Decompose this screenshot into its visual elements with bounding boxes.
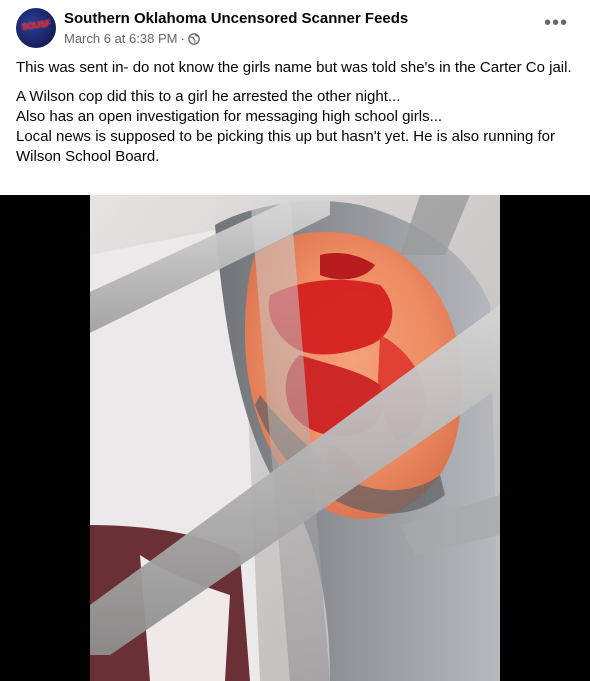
page-avatar[interactable]: SOUSF <box>16 8 56 48</box>
page-name-link[interactable]: Southern Oklahoma Uncensored Scanner Fee… <box>64 10 408 27</box>
more-options-icon: ••• <box>543 12 568 34</box>
facebook-post: SOUSF Southern Oklahoma Uncensored Scann… <box>0 0 590 681</box>
post-timestamp[interactable]: March 6 at 6:38 PM <box>64 31 177 46</box>
photo-content <box>0 195 590 681</box>
post-message: This was sent in- do not know the girls … <box>16 58 576 176</box>
photo-letterbox-left <box>0 195 90 681</box>
message-line: A Wilson cop did this to a girl he arres… <box>16 88 401 105</box>
post-photo[interactable] <box>0 195 590 681</box>
message-line: Also has an open investigation for messa… <box>16 108 443 125</box>
meta-separator: · <box>180 31 185 46</box>
message-paragraph-1: This was sent in- do not know the girls … <box>16 59 572 76</box>
globe-icon[interactable] <box>187 32 200 45</box>
more-options-button[interactable]: ••• <box>538 12 574 40</box>
post-header: SOUSF Southern Oklahoma Uncensored Scann… <box>0 0 590 54</box>
avatar-logo-text: SOUSF <box>21 18 51 32</box>
post-meta: March 6 at 6:38 PM · <box>64 31 200 46</box>
message-line: Local news is supposed to be picking thi… <box>16 128 556 165</box>
photo-letterbox-right <box>500 195 590 681</box>
message-paragraph-2: A Wilson cop did this to a girl he arres… <box>16 87 576 167</box>
